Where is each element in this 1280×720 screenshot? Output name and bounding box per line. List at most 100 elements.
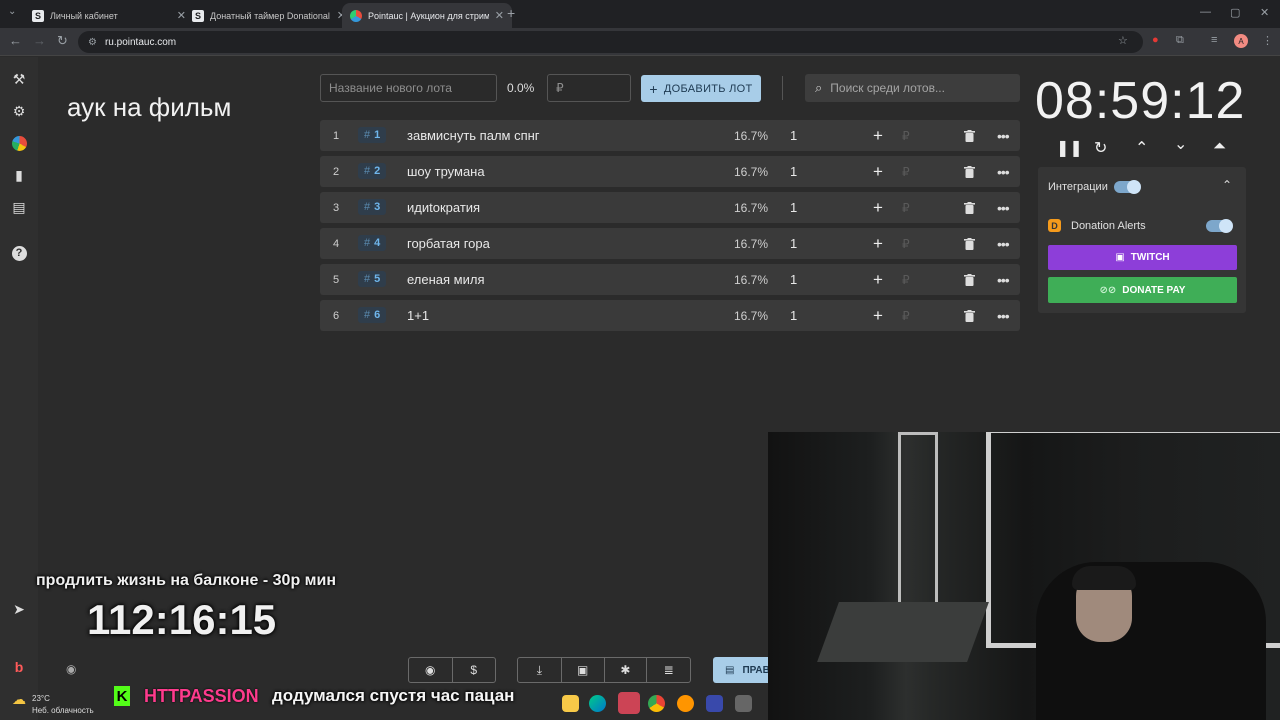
donatepay-button[interactable]: ⊘⊘ DONATE PAY xyxy=(1048,277,1237,303)
weather-widget[interactable]: ☁ 23°C Неб. облачность xyxy=(12,692,94,717)
app-icon[interactable] xyxy=(677,695,694,712)
chevron-down-icon[interactable]: ⌄ xyxy=(1174,134,1187,154)
lot-id-badge[interactable]: #5 xyxy=(358,271,387,287)
stats-app-icon[interactable] xyxy=(706,695,723,712)
add-lot-button[interactable]: + ДОБАВИТЬ ЛОТ xyxy=(641,75,761,102)
lot-name[interactable]: шоу трумана xyxy=(407,156,485,187)
visibility-eye-icon[interactable]: ◉ xyxy=(66,662,76,676)
bug-icon[interactable]: ✱ xyxy=(605,658,648,682)
wheel-icon[interactable] xyxy=(10,134,28,152)
pause-icon[interactable]: ❚❚ xyxy=(1056,138,1083,158)
lot-id-badge[interactable]: #4 xyxy=(358,235,387,251)
lot-row[interactable]: 1 #1 завмиснуть палм спнг 16.7% 1 + ₽ ••… xyxy=(320,120,1020,151)
tab-list-chevron-icon[interactable]: ⌄ xyxy=(8,6,16,17)
ruble-input[interactable]: ₽ xyxy=(902,156,910,187)
integrations-toggle[interactable] xyxy=(1114,180,1141,194)
new-lot-name-input[interactable]: Название нового лота xyxy=(320,74,497,102)
close-icon[interactable]: ✕ xyxy=(495,9,504,22)
double-chevron-up-icon[interactable]: ⏶ xyxy=(1213,138,1226,156)
lot-name[interactable]: завмиснуть палм спнг xyxy=(407,120,540,151)
lot-name[interactable]: идиtoкратия xyxy=(407,192,480,223)
delete-lot-icon[interactable] xyxy=(964,192,975,223)
app-icon[interactable] xyxy=(735,695,752,712)
new-lot-amount-input[interactable]: ₽ xyxy=(547,74,631,102)
donate-dollar-icon[interactable]: $ xyxy=(453,658,496,682)
telegram-app-icon[interactable] xyxy=(618,692,640,714)
github-icon[interactable]: ◉ xyxy=(409,658,453,682)
tab-donation-timer[interactable]: S Донатный таймер Donational ✕ xyxy=(184,3,354,28)
add-amount-icon[interactable]: + xyxy=(873,192,883,223)
more-options-icon[interactable]: ••• xyxy=(997,300,1010,331)
twitch-button[interactable]: ▣ TWITCH xyxy=(1048,245,1237,270)
close-window-icon[interactable]: ✕ xyxy=(1260,6,1269,19)
lot-id-badge[interactable]: #2 xyxy=(358,163,387,179)
save-icon[interactable]: ▣ xyxy=(562,658,605,682)
chevron-up-icon[interactable]: ⌃ xyxy=(1135,138,1148,158)
ruble-input[interactable]: ₽ xyxy=(902,300,910,331)
lot-id-badge[interactable]: #6 xyxy=(358,307,387,323)
reset-icon[interactable]: ↻ xyxy=(1094,138,1107,158)
delete-lot-icon[interactable] xyxy=(964,120,975,151)
delete-lot-icon[interactable] xyxy=(964,228,975,259)
file-explorer-icon[interactable] xyxy=(562,695,579,712)
add-amount-icon[interactable]: + xyxy=(873,156,883,187)
rules-button[interactable]: ▤ ПРАВ xyxy=(713,657,773,683)
more-options-icon[interactable]: ••• xyxy=(997,192,1010,223)
menu-icon[interactable]: ⋮ xyxy=(1262,34,1273,47)
download-icon[interactable]: ⤓ xyxy=(518,658,562,682)
lot-name[interactable]: горбатая гора xyxy=(407,228,490,259)
forward-icon[interactable]: → xyxy=(33,33,46,48)
more-options-icon[interactable]: ••• xyxy=(997,120,1010,151)
back-icon[interactable]: ← xyxy=(9,33,22,48)
more-options-icon[interactable]: ••• xyxy=(997,156,1010,187)
add-amount-icon[interactable]: + xyxy=(873,264,883,295)
extensions-puzzle-icon[interactable]: ⧉ xyxy=(1176,34,1184,47)
lot-name[interactable]: 1+1 xyxy=(407,300,429,331)
more-options-icon[interactable]: ••• xyxy=(997,228,1010,259)
minimize-icon[interactable]: — xyxy=(1200,6,1211,18)
boosty-icon[interactable]: b xyxy=(10,658,28,676)
lot-row[interactable]: 6 #6 1+1 16.7% 1 + ₽ ••• xyxy=(320,300,1020,331)
lot-row[interactable]: 3 #3 идиtoкратия 16.7% 1 + ₽ ••• xyxy=(320,192,1020,223)
telegram-icon[interactable]: ➤ xyxy=(10,600,28,618)
bookmark-star-icon[interactable]: ☆ xyxy=(1118,34,1128,47)
ruble-input[interactable]: ₽ xyxy=(902,264,910,295)
clear-list-icon[interactable]: ≣ xyxy=(647,658,690,682)
ruble-input[interactable]: ₽ xyxy=(902,120,910,151)
donation-alerts-toggle[interactable] xyxy=(1206,219,1233,233)
lot-id-badge[interactable]: #3 xyxy=(358,199,387,215)
new-tab-icon[interactable]: + xyxy=(507,5,515,21)
delete-lot-icon[interactable] xyxy=(964,156,975,187)
add-amount-icon[interactable]: + xyxy=(873,300,883,331)
tab-pointauc[interactable]: Pointauc | Аукцион для стрима ✕ xyxy=(342,3,512,28)
add-amount-icon[interactable]: + xyxy=(873,120,883,151)
ruble-input[interactable]: ₽ xyxy=(902,228,910,259)
help-icon[interactable]: ? xyxy=(10,244,28,262)
reload-icon[interactable]: ↻ xyxy=(57,33,68,49)
address-bar[interactable]: ⚙ ru.pointauc.com xyxy=(78,31,1143,53)
lot-id-badge[interactable]: #1 xyxy=(358,127,387,143)
tab-personal-cabinet[interactable]: S Личный кабинет ✕ xyxy=(24,3,194,28)
statistics-chart-icon[interactable]: ▮ xyxy=(10,166,28,184)
collapse-chevron-icon[interactable]: ⌃ xyxy=(1222,178,1232,192)
lot-row[interactable]: 5 #5 еленая миля 16.7% 1 + ₽ ••• xyxy=(320,264,1020,295)
profile-avatar[interactable]: A xyxy=(1234,34,1248,48)
lot-name[interactable]: еленая миля xyxy=(407,264,485,295)
add-amount-icon[interactable]: + xyxy=(873,228,883,259)
ruble-input[interactable]: ₽ xyxy=(902,192,910,223)
settings-gear-icon[interactable]: ⚙ xyxy=(10,102,28,120)
delete-lot-icon[interactable] xyxy=(964,300,975,331)
auction-hammer-icon[interactable]: ⚒ xyxy=(10,70,28,88)
delete-lot-icon[interactable] xyxy=(964,264,975,295)
lot-search-input[interactable]: ⌕ Поиск среди лотов... xyxy=(805,74,1020,102)
extension-icon[interactable]: ● xyxy=(1152,34,1159,46)
lot-row[interactable]: 4 #4 горбатая гора 16.7% 1 + ₽ ••• xyxy=(320,228,1020,259)
clipboard-icon[interactable]: ▤ xyxy=(10,198,28,216)
reading-list-icon[interactable]: ≡ xyxy=(1211,34,1217,46)
chrome-icon[interactable] xyxy=(648,695,665,712)
more-options-icon[interactable]: ••• xyxy=(997,264,1010,295)
maximize-icon[interactable]: ▢ xyxy=(1230,6,1240,19)
site-info-icon[interactable]: ⚙ xyxy=(88,37,97,48)
lot-row[interactable]: 2 #2 шоу трумана 16.7% 1 + ₽ ••• xyxy=(320,156,1020,187)
edge-icon[interactable] xyxy=(589,695,606,712)
